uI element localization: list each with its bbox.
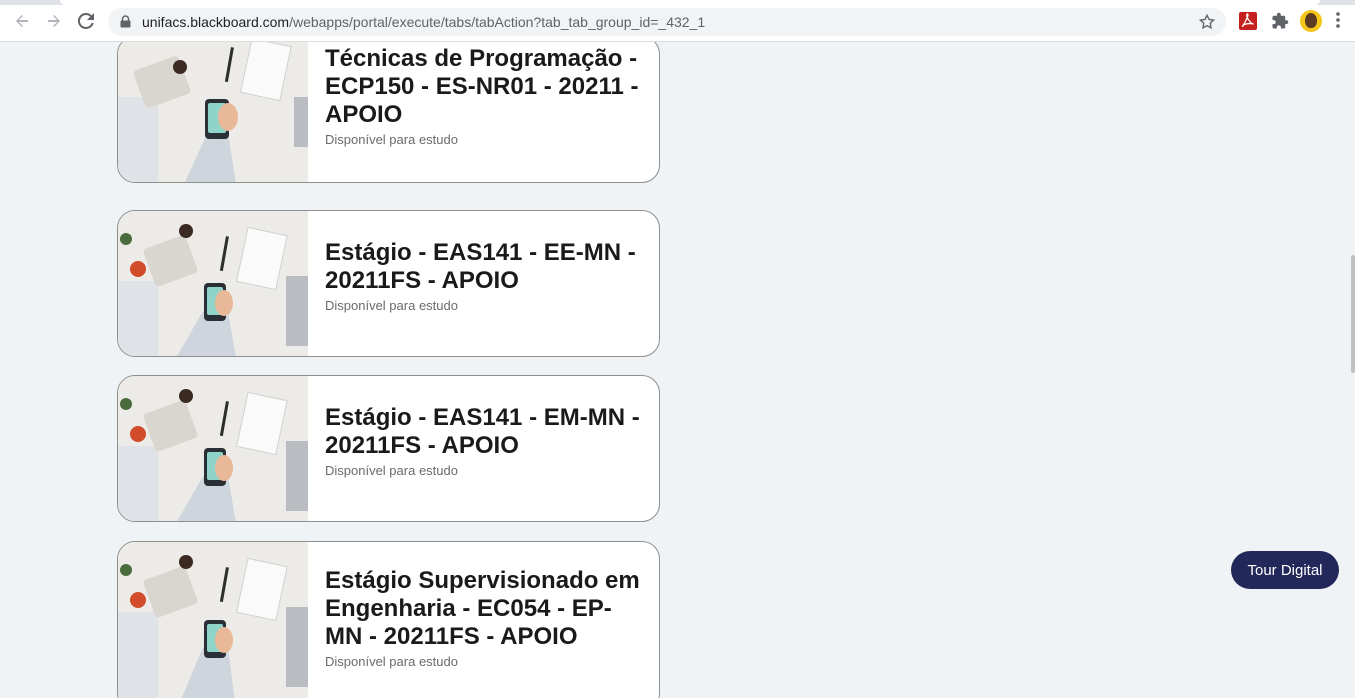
avatar[interactable] xyxy=(1300,10,1322,32)
course-card[interactable]: Técnicas de Programação - ECP150 - ES-NR… xyxy=(117,42,660,183)
scrollbar-thumb[interactable] xyxy=(1351,255,1355,373)
course-title[interactable]: Técnicas de Programação - ECP150 - ES-NR… xyxy=(325,45,645,129)
back-icon[interactable] xyxy=(10,9,34,33)
lock-icon xyxy=(120,15,131,33)
course-info: Estágio Supervisionado em Engenharia - E… xyxy=(325,567,645,670)
course-status: Disponível para estudo xyxy=(325,132,458,147)
course-info: Estágio - EAS141 - EE-MN - 20211FS - APO… xyxy=(325,239,645,314)
course-list: Técnicas de Programação - ECP150 - ES-NR… xyxy=(0,42,1355,698)
course-card[interactable]: Estágio - EAS141 - EE-MN - 20211FS - APO… xyxy=(117,210,660,357)
tab-strip xyxy=(0,0,1355,5)
course-status: Disponível para estudo xyxy=(325,463,458,478)
puzzle-icon[interactable] xyxy=(1271,12,1289,30)
url-path: /webapps/portal/execute/tabs/tabAction?t… xyxy=(289,14,706,30)
course-info: Estágio - EAS141 - EM-MN - 20211FS - APO… xyxy=(325,404,645,479)
address-bar[interactable]: unifacs.blackboard.com/webapps/portal/ex… xyxy=(108,8,1226,36)
reload-icon[interactable] xyxy=(74,9,98,33)
star-icon[interactable] xyxy=(1198,13,1216,36)
url-host: unifacs.blackboard.com xyxy=(142,14,290,30)
course-thumbnail xyxy=(118,542,308,698)
course-status: Disponível para estudo xyxy=(325,654,458,669)
browser-toolbar: unifacs.blackboard.com/webapps/portal/ex… xyxy=(0,0,1355,42)
course-card[interactable]: Estágio Supervisionado em Engenharia - E… xyxy=(117,541,660,698)
course-info: Técnicas de Programação - ECP150 - ES-NR… xyxy=(325,45,645,148)
course-thumbnail xyxy=(118,42,308,182)
page-scrollbar[interactable] xyxy=(1349,42,1355,698)
forward-icon[interactable] xyxy=(42,9,66,33)
pdf-extension-icon[interactable] xyxy=(1239,12,1257,30)
course-title[interactable]: Estágio - EAS141 - EE-MN - 20211FS - APO… xyxy=(325,239,645,295)
course-title[interactable]: Estágio - EAS141 - EM-MN - 20211FS - APO… xyxy=(325,404,645,460)
course-status: Disponível para estudo xyxy=(325,298,458,313)
course-title[interactable]: Estágio Supervisionado em Engenharia - E… xyxy=(325,567,645,651)
course-thumbnail xyxy=(118,211,308,356)
course-card[interactable]: Estágio - EAS141 - EM-MN - 20211FS - APO… xyxy=(117,375,660,522)
tour-digital-button[interactable]: Tour Digital xyxy=(1231,551,1339,589)
menu-icon[interactable] xyxy=(1336,12,1340,33)
course-thumbnail xyxy=(118,376,308,521)
url-text[interactable]: unifacs.blackboard.com/webapps/portal/ex… xyxy=(142,14,705,30)
